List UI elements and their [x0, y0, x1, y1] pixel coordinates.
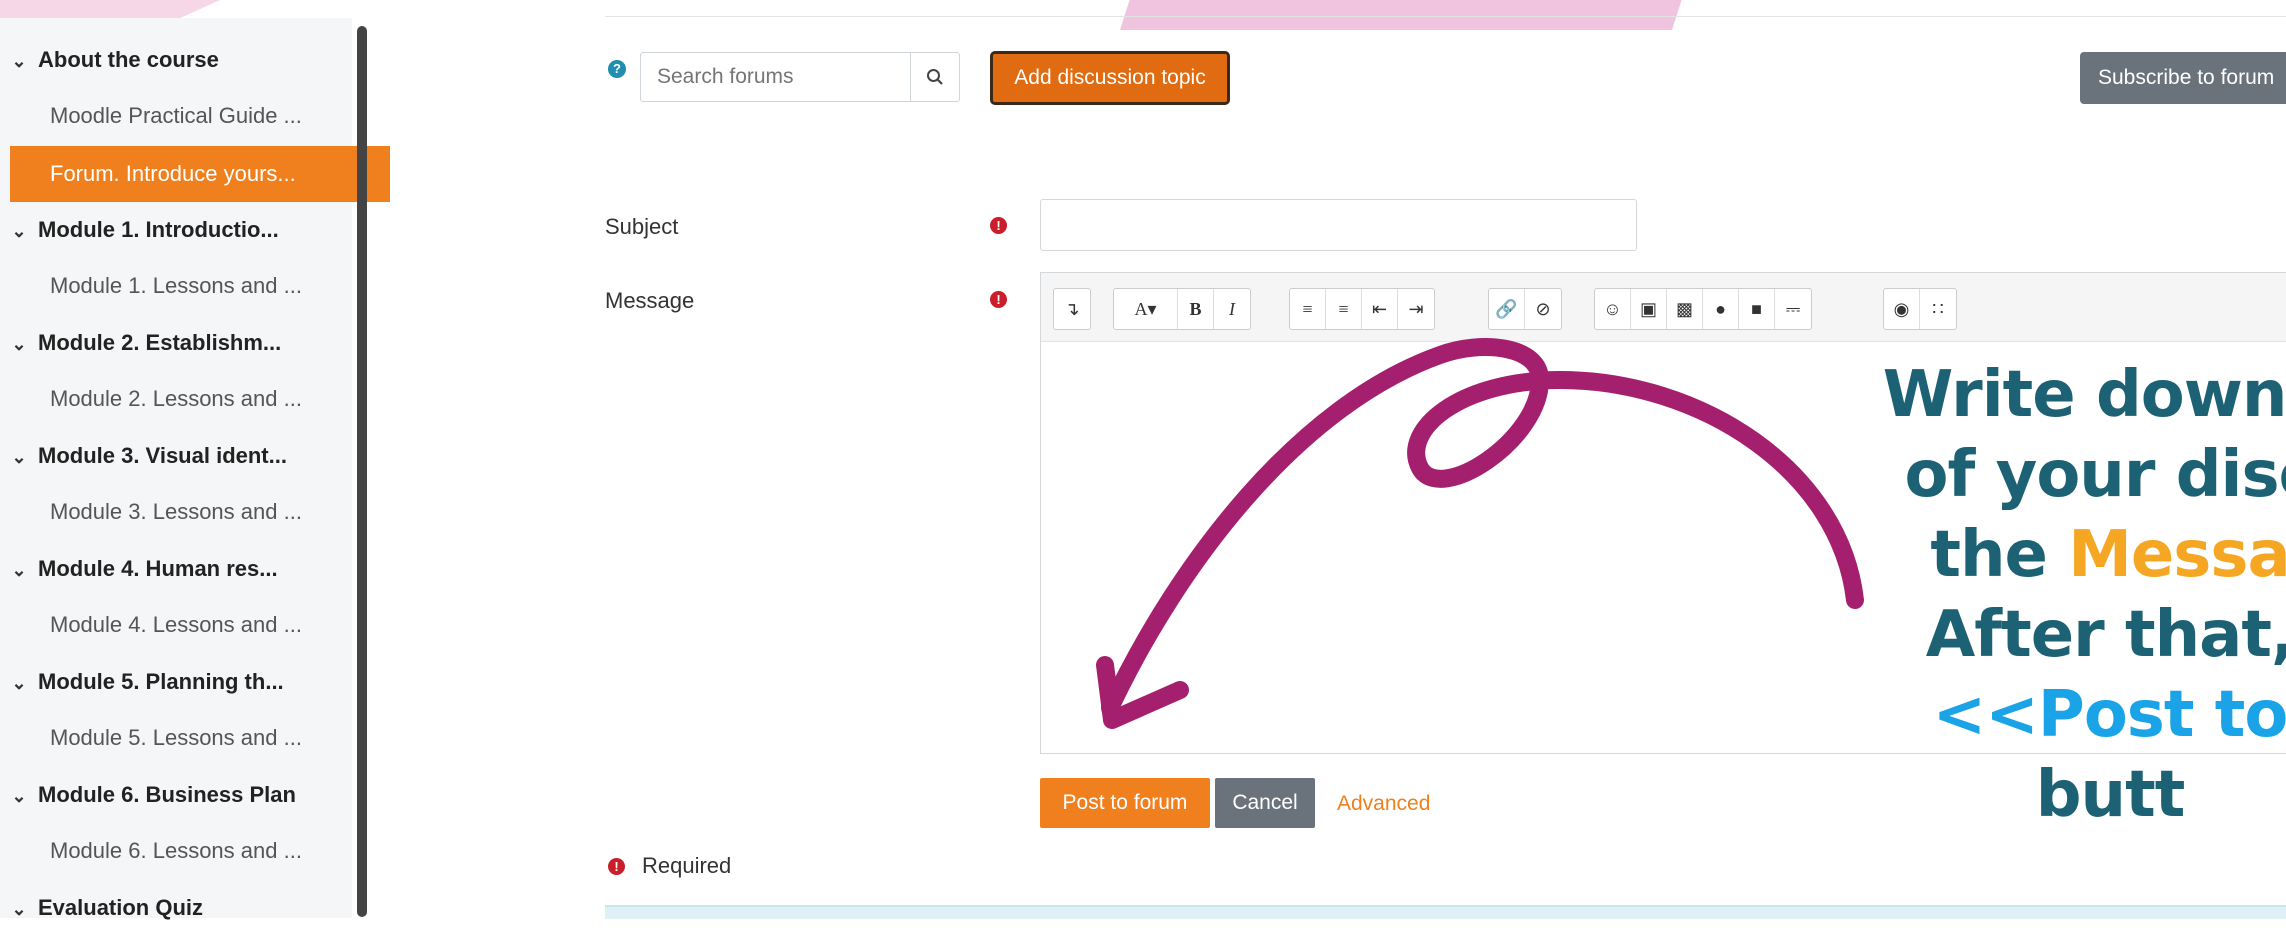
overlay-line-1: Write down t — [1882, 358, 2286, 432]
arrow-head — [1096, 656, 1189, 729]
overlay-line-6: butt — [2035, 758, 2186, 832]
overlay-line-3: the Messa — [1930, 518, 2286, 592]
arrow-curve — [1101, 338, 1864, 717]
overlay-line-5: <<Post to — [1932, 678, 2286, 752]
instruction-overlay: Write down t of your disc the Messa Afte… — [1830, 355, 2286, 835]
overlay-line-4: After that, — [1925, 598, 2286, 672]
overlay-line-2: of your disc — [1904, 438, 2286, 512]
